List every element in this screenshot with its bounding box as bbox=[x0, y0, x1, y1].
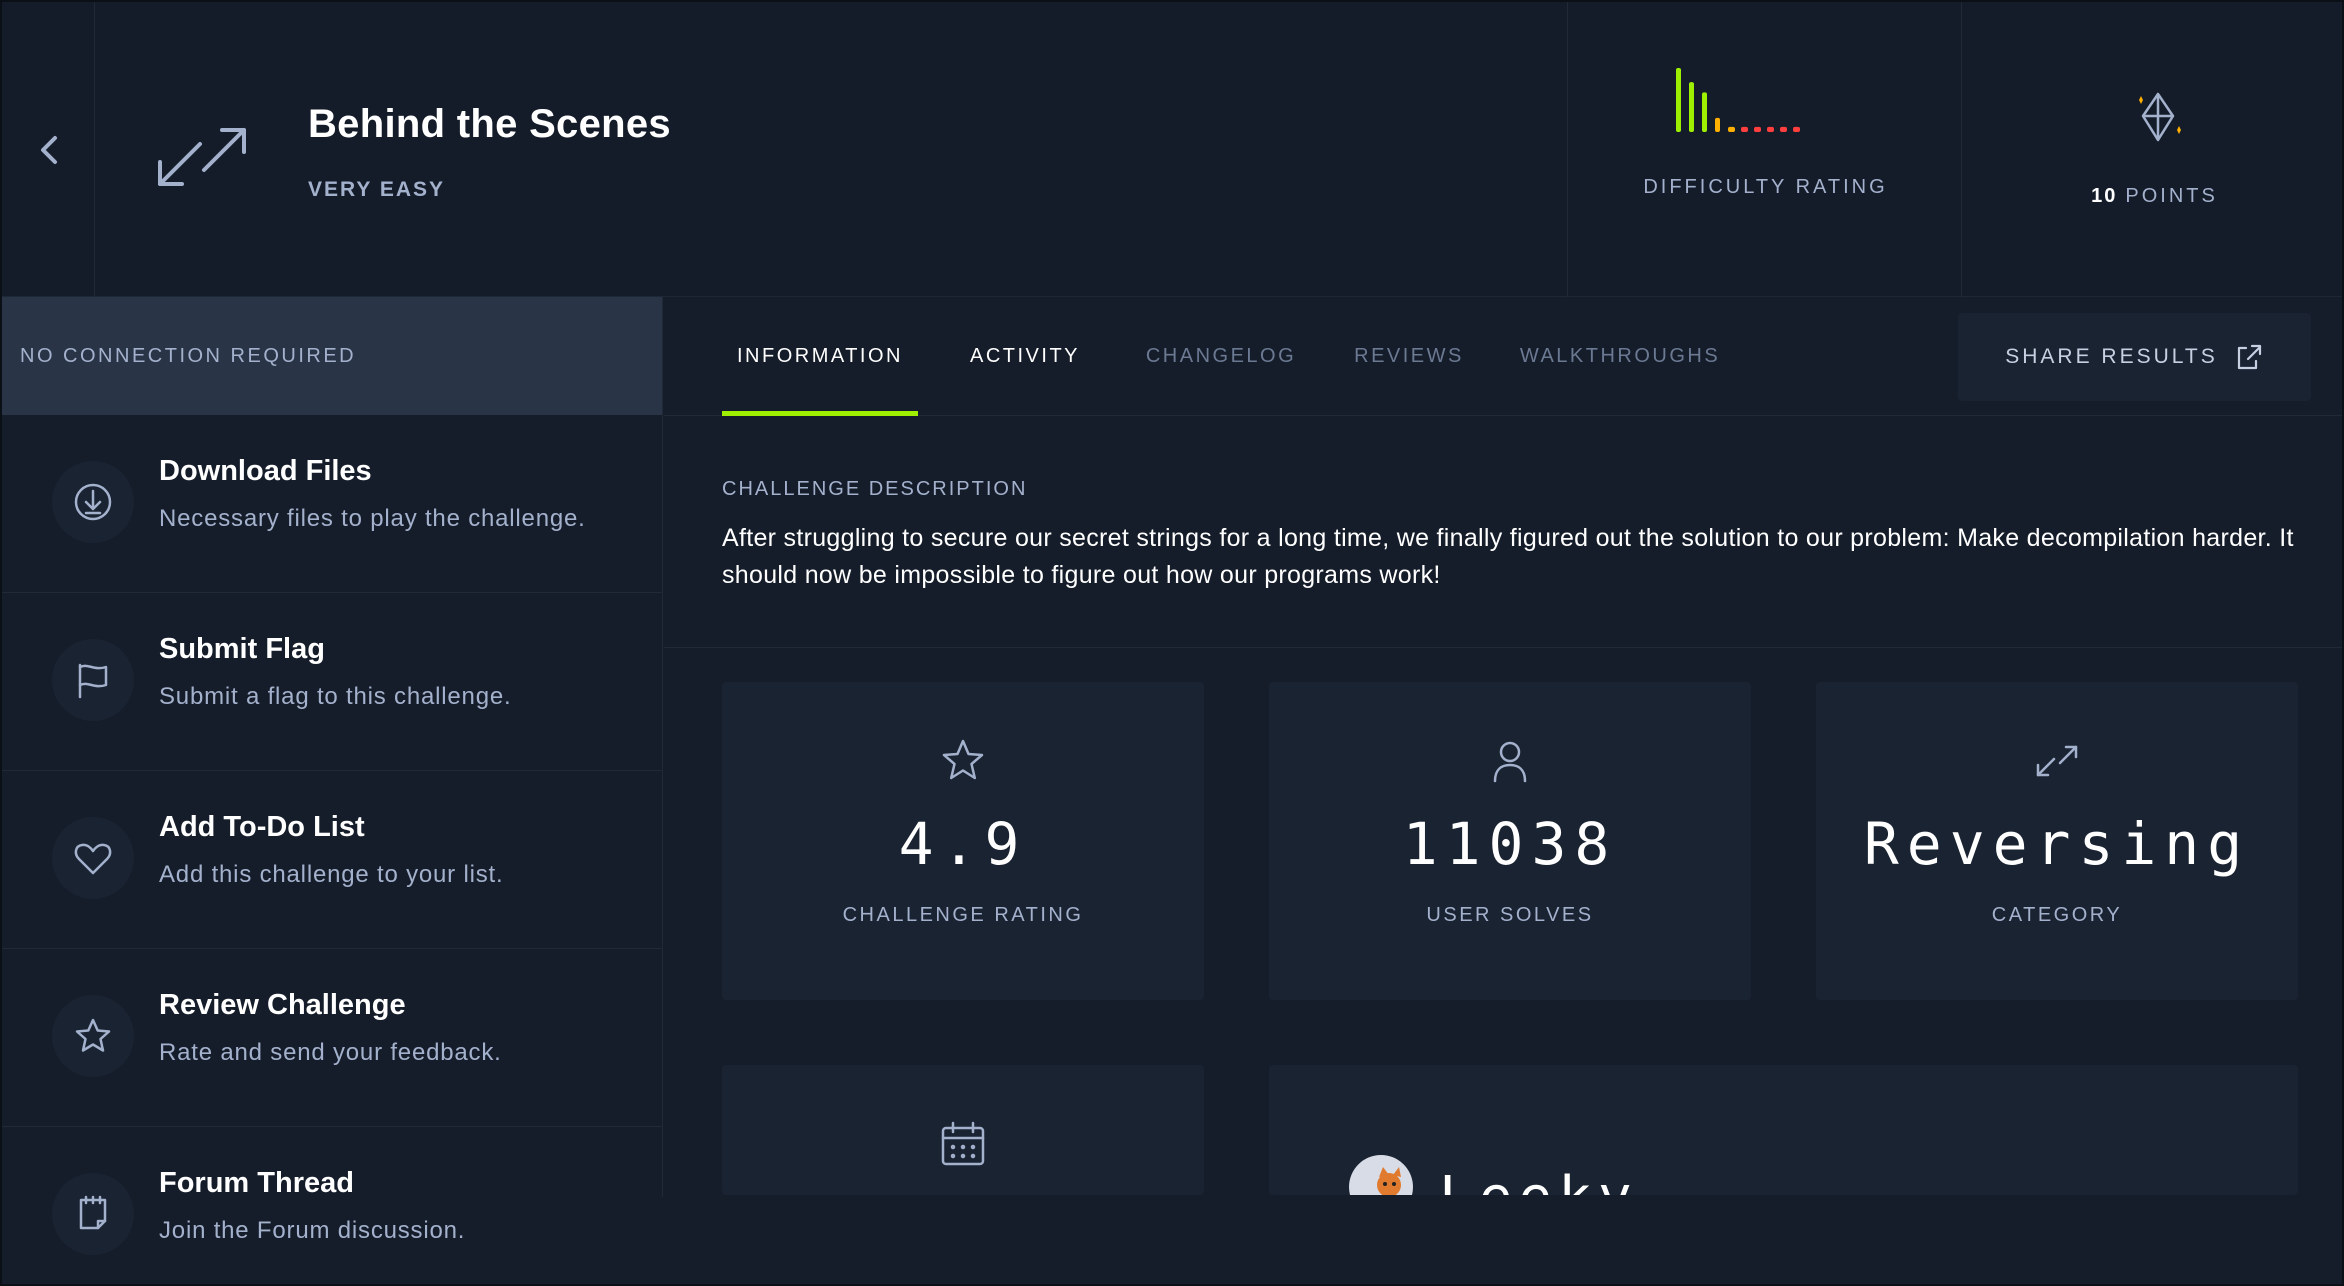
tab-activity[interactable]: ACTIVITY bbox=[960, 297, 1090, 416]
forum-icon bbox=[52, 1173, 134, 1255]
rating-value: 4.9 bbox=[898, 810, 1028, 878]
difficulty-rating: DIFFICULTY RATING bbox=[1567, 2, 1962, 297]
difficulty-bar bbox=[1754, 126, 1761, 132]
difficulty-bar bbox=[1689, 82, 1694, 132]
points-label: 10 POINTS bbox=[1963, 185, 2342, 208]
download-files-action[interactable]: Download Files Necessary files to play t… bbox=[2, 415, 662, 593]
challenge-title: Behind the Scenes bbox=[308, 102, 671, 146]
action-desc: Add this challenge to your list. bbox=[159, 861, 504, 888]
action-desc: Submit a flag to this challenge. bbox=[159, 683, 512, 710]
star-icon bbox=[722, 737, 1204, 787]
category-value: Reversing bbox=[1863, 810, 2251, 878]
share-icon bbox=[2237, 344, 2261, 370]
forum-thread-action[interactable]: Forum Thread Join the Forum discussion. bbox=[2, 1127, 662, 1284]
user-icon bbox=[1269, 737, 1751, 787]
action-desc: Rate and send your feedback. bbox=[159, 1039, 502, 1066]
connection-status: NO CONNECTION REQUIRED bbox=[2, 297, 662, 415]
category-label: CATEGORY bbox=[1991, 904, 2123, 926]
reversing-category-icon bbox=[158, 128, 246, 186]
difficulty-bar bbox=[1676, 68, 1681, 132]
points-text: POINTS bbox=[2125, 185, 2218, 207]
release-date-card bbox=[722, 1065, 1204, 1195]
points: 10 POINTS bbox=[1963, 2, 2342, 297]
tab-information[interactable]: INFORMATION bbox=[722, 297, 918, 416]
action-desc: Necessary files to play the challenge. bbox=[159, 505, 586, 532]
share-results-button[interactable]: SHARE RESULTS bbox=[1958, 313, 2311, 401]
challenge-header: Behind the Scenes VERY EASY DIFFICULTY R… bbox=[2, 2, 2342, 297]
heart-icon bbox=[52, 817, 134, 899]
content-bottom-edge bbox=[664, 1195, 2342, 1284]
star-icon bbox=[52, 995, 134, 1077]
description-text: After struggling to secure our secret st… bbox=[722, 524, 2294, 589]
points-value: 10 bbox=[2091, 185, 2118, 207]
share-results-label: SHARE RESULTS bbox=[2005, 345, 2218, 368]
action-title: Add To-Do List bbox=[159, 811, 365, 843]
category-card: Reversing CATEGORY bbox=[1816, 682, 2298, 1000]
reversing-icon bbox=[1816, 737, 2298, 787]
author-name[interactable]: Leeky bbox=[1439, 1165, 1638, 1195]
author-card: Leeky bbox=[1269, 1065, 2298, 1195]
difficulty-bar bbox=[1741, 126, 1748, 132]
tab-reviews[interactable]: REVIEWS bbox=[1350, 297, 1468, 416]
author-avatar[interactable] bbox=[1349, 1155, 1413, 1195]
calendar-icon bbox=[941, 1121, 985, 1166]
tab-walkthroughs[interactable]: WALKTHROUGHS bbox=[1520, 297, 1720, 416]
submit-flag-action[interactable]: Submit Flag Submit a flag to this challe… bbox=[2, 593, 662, 771]
difficulty-chart bbox=[1676, 68, 1800, 132]
difficulty-label: DIFFICULTY RATING bbox=[1643, 176, 1888, 198]
difficulty-level: VERY EASY bbox=[308, 178, 446, 201]
sidebar: NO CONNECTION REQUIRED Download Files Ne… bbox=[2, 297, 663, 1255]
action-title: Review Challenge bbox=[159, 989, 406, 1021]
difficulty-bar bbox=[1702, 92, 1707, 132]
challenge-rating-card: 4.9 CHALLENGE RATING bbox=[722, 682, 1204, 1000]
chevron-left-icon bbox=[41, 135, 57, 164]
difficulty-bar bbox=[1780, 126, 1787, 132]
review-challenge-action[interactable]: Review Challenge Rate and send your feed… bbox=[2, 949, 662, 1127]
user-solves-card: 11038 USER SOLVES bbox=[1269, 682, 1751, 1000]
action-title: Forum Thread bbox=[159, 1167, 354, 1199]
difficulty-bar bbox=[1728, 126, 1735, 132]
app-frame: Behind the Scenes VERY EASY DIFFICULTY R… bbox=[0, 0, 2344, 1286]
rating-label: CHALLENGE RATING bbox=[842, 904, 1084, 926]
difficulty-bar bbox=[1793, 126, 1800, 132]
flag-icon bbox=[52, 639, 134, 721]
solves-value: 11038 bbox=[1402, 810, 1618, 878]
action-desc: Join the Forum discussion. bbox=[159, 1217, 466, 1244]
challenge-description: CHALLENGE DESCRIPTION After struggling t… bbox=[664, 416, 2342, 648]
difficulty-bar bbox=[1767, 126, 1774, 132]
back-button[interactable] bbox=[2, 2, 95, 297]
solves-label: USER SOLVES bbox=[1426, 904, 1594, 926]
difficulty-bar bbox=[1715, 117, 1720, 132]
description-heading: CHALLENGE DESCRIPTION bbox=[722, 478, 1028, 500]
add-todo-action[interactable]: Add To-Do List Add this challenge to you… bbox=[2, 771, 662, 949]
action-title: Submit Flag bbox=[159, 633, 325, 665]
diamond-icon bbox=[2139, 92, 2181, 142]
action-title: Download Files bbox=[159, 455, 372, 487]
download-icon bbox=[52, 461, 134, 543]
tab-changelog[interactable]: CHANGELOG bbox=[1146, 297, 1296, 416]
